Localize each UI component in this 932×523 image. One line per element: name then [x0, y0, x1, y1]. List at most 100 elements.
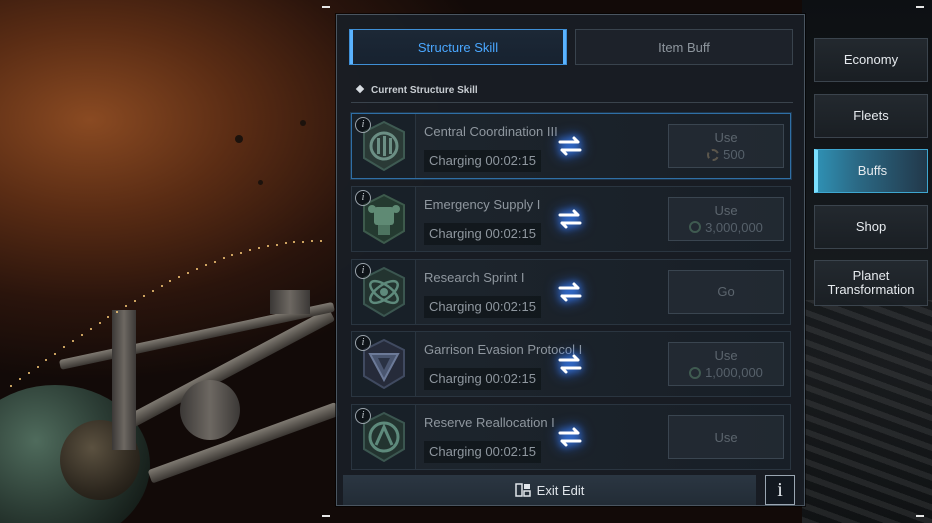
skill-row[interactable]: i Research Sprint I Charging 00:02:15 Go [351, 258, 791, 325]
frame-corner [322, 6, 330, 8]
skill-row[interactable]: i Garrison Evasion Protocol I Charging 0… [351, 331, 791, 398]
station-tower [112, 310, 136, 450]
panel-tabs: Structure Skill Item Buff [349, 29, 793, 65]
station-light [187, 271, 190, 274]
station-light [284, 242, 287, 245]
skill-row[interactable]: i Central Coordination III Charging 00:0… [351, 113, 791, 179]
station-light [169, 280, 172, 283]
tab-item-buff[interactable]: Item Buff [575, 29, 793, 65]
use-button[interactable]: Use 500 [668, 124, 784, 168]
use-button-label: Use [714, 202, 738, 218]
station-light [36, 365, 39, 368]
nav-buffs[interactable]: Buffs [814, 149, 928, 193]
asteroid [235, 135, 243, 143]
swap-icon[interactable] [556, 132, 584, 160]
skill-name: Emergency Supply I [424, 196, 541, 212]
station-light [249, 249, 252, 252]
station-light [54, 352, 57, 355]
frame-corner [916, 6, 924, 8]
swap-icon[interactable] [556, 278, 584, 306]
station-tower [180, 380, 240, 440]
skill-row[interactable]: i Emergency Supply I Charging 00:02:15 U… [351, 185, 791, 252]
skill-timer: Charging 00:02:15 [424, 295, 541, 318]
gear-icon [707, 148, 720, 161]
station-light [142, 294, 145, 297]
station-light [178, 275, 181, 278]
skill-row[interactable]: i Reserve Reallocation I Charging 00:02:… [351, 404, 791, 471]
station-light [72, 340, 74, 343]
station-light [10, 385, 12, 387]
station-light [275, 243, 278, 246]
station-light [89, 328, 92, 330]
skill-timer: Charging 00:02:15 [424, 441, 541, 464]
station-light [151, 289, 154, 292]
skill-info-icon[interactable]: i [355, 117, 371, 133]
side-nav: Economy Fleets Buffs Shop Planet Transfo… [814, 38, 928, 318]
right-background-wreck [802, 300, 932, 523]
frame-corner [322, 515, 330, 517]
use-button[interactable]: Use [668, 415, 784, 460]
use-button-label: Use [714, 348, 738, 364]
cost-value: 3,000,000 [705, 219, 763, 235]
frame-corner [916, 515, 924, 517]
nav-shop[interactable]: Shop [814, 204, 928, 249]
nav-fleets[interactable]: Fleets [814, 93, 928, 138]
station-light [196, 267, 198, 270]
asteroid [258, 180, 263, 185]
coin-icon [689, 366, 702, 379]
station-light [45, 359, 48, 362]
swap-icon[interactable] [556, 350, 584, 378]
section-title: Current Structure Skill [371, 85, 478, 96]
cost-value: 1,000,000 [705, 365, 763, 381]
station-light [160, 284, 163, 287]
use-button-label: Use [714, 429, 738, 445]
skill-name: Research Sprint I [424, 269, 525, 285]
cost-display: 3,000,000 [689, 220, 763, 235]
station-light [311, 240, 314, 243]
info-button[interactable]: i [765, 475, 795, 505]
station-light [63, 346, 66, 349]
nav-economy[interactable]: Economy [814, 38, 928, 82]
coin-icon [689, 221, 702, 234]
station-light [204, 263, 207, 266]
go-button[interactable]: Go [668, 269, 784, 314]
skill-info-icon[interactable]: i [355, 262, 371, 279]
use-button-label: Use [714, 130, 738, 145]
exit-edit-label: Exit Edit [536, 482, 585, 498]
station-light [80, 334, 83, 337]
station-light [222, 257, 225, 260]
skill-timer: Charging 00:02:15 [424, 368, 541, 391]
station-light [98, 322, 101, 325]
skill-list: i Central Coordination III Charging 00:0… [351, 113, 791, 477]
diamond-bullet-icon [355, 84, 365, 94]
station-light [125, 305, 128, 308]
tab-structure-skill[interactable]: Structure Skill [349, 29, 567, 65]
nav-planet-transformation[interactable]: Planet Transformation [814, 260, 928, 306]
station-light [213, 260, 216, 263]
use-button[interactable]: Use 1,000,000 [668, 342, 784, 387]
structure-skill-panel: Structure Skill Item Buff Current Struct… [336, 14, 805, 506]
station-light [258, 247, 260, 250]
skill-name: Central Coordination III [424, 124, 558, 139]
skill-name: Reserve Reallocation I [424, 415, 555, 431]
station-light [18, 378, 21, 381]
skill-info-icon[interactable]: i [355, 189, 371, 206]
station-light [240, 251, 243, 254]
station-light [320, 240, 322, 242]
station-light [134, 299, 136, 302]
use-button[interactable]: Use 3,000,000 [668, 196, 784, 241]
section-header: Current Structure Skill [351, 84, 793, 103]
layout-edit-icon [514, 483, 531, 497]
swap-icon[interactable] [556, 423, 584, 451]
go-button-label: Go [717, 284, 735, 300]
station-light [266, 245, 269, 248]
skill-timer: Charging 00:02:15 [424, 222, 541, 245]
station-tower [270, 290, 310, 314]
station-light [107, 316, 110, 319]
station-arm [147, 402, 341, 484]
swap-icon[interactable] [556, 205, 584, 233]
skill-timer: Charging 00:02:15 [424, 150, 541, 172]
asteroid [300, 120, 306, 126]
exit-edit-button[interactable]: Exit Edit [343, 475, 756, 505]
station-light [293, 241, 296, 244]
